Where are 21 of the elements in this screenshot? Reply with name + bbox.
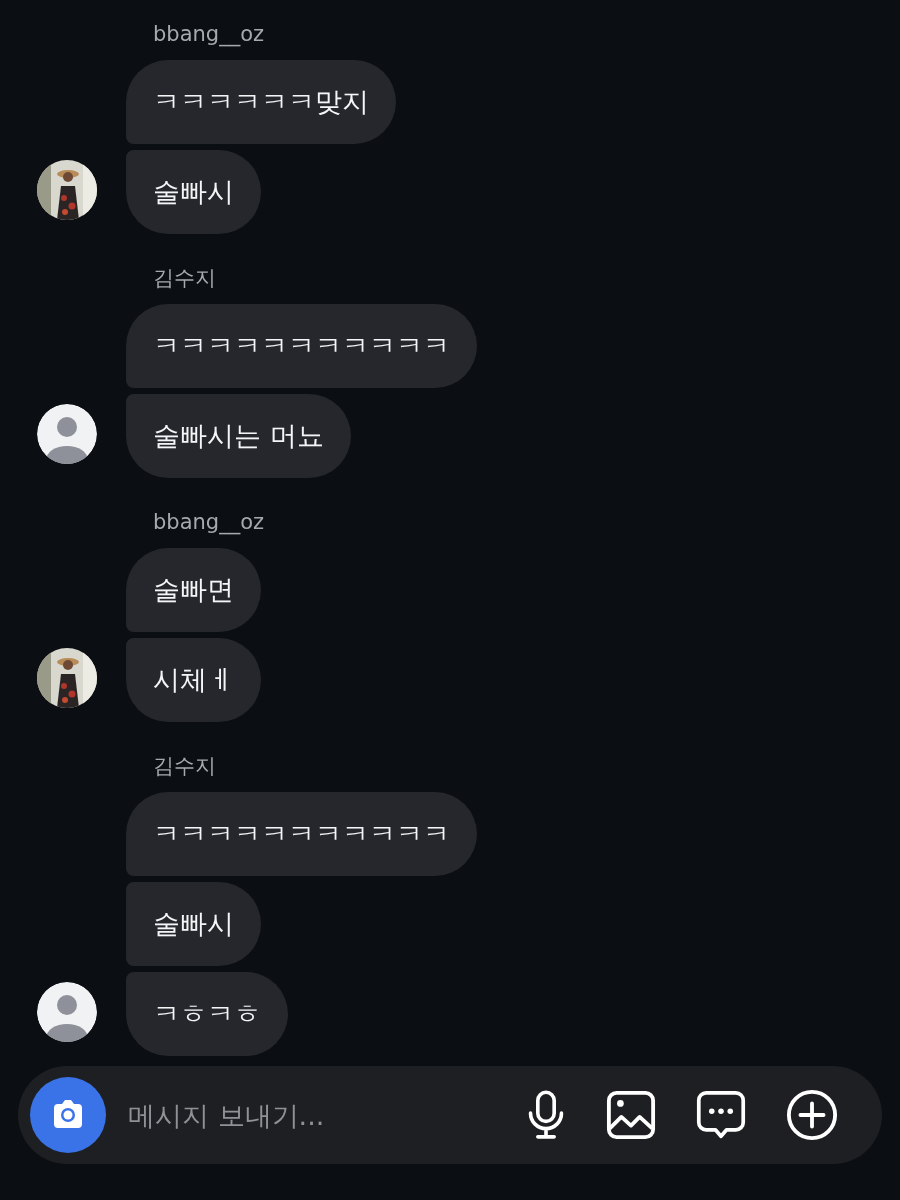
camera-button[interactable] [30, 1077, 106, 1153]
message-bubble: 술빠시 [126, 150, 261, 234]
add-icon[interactable] [786, 1089, 838, 1141]
chat-bubble-icon[interactable] [696, 1090, 746, 1140]
message-bubble: ㅋㅎㅋㅎ [126, 972, 288, 1056]
message-bubble: ㅋㅋㅋㅋㅋㅋㅋㅋㅋㅋㅋ [126, 304, 477, 388]
message-input[interactable]: 메시지 보내기... [126, 1098, 486, 1132]
message-bubble: ㅋㅋㅋㅋㅋㅋ맞지 [126, 60, 396, 144]
message-bubble: 술빠시는 머뇨 [126, 394, 351, 478]
sender-name: 김수지 [153, 265, 217, 292]
microphone-icon[interactable] [526, 1089, 566, 1141]
message-bubble: 시체ㅔ [126, 638, 261, 722]
sender-name: bbang__oz [153, 21, 266, 48]
avatar-icon [37, 982, 97, 1042]
sender-name: bbang__oz [153, 509, 266, 536]
message-bubble: 술빠시 [126, 882, 261, 966]
image-icon[interactable] [606, 1090, 656, 1140]
avatar-icon [37, 404, 97, 464]
message-bubble: 술빠면 [126, 548, 261, 632]
message-bubble: ㅋㅋㅋㅋㅋㅋㅋㅋㅋㅋㅋ [126, 792, 477, 876]
sender-name: 김수지 [153, 753, 217, 780]
